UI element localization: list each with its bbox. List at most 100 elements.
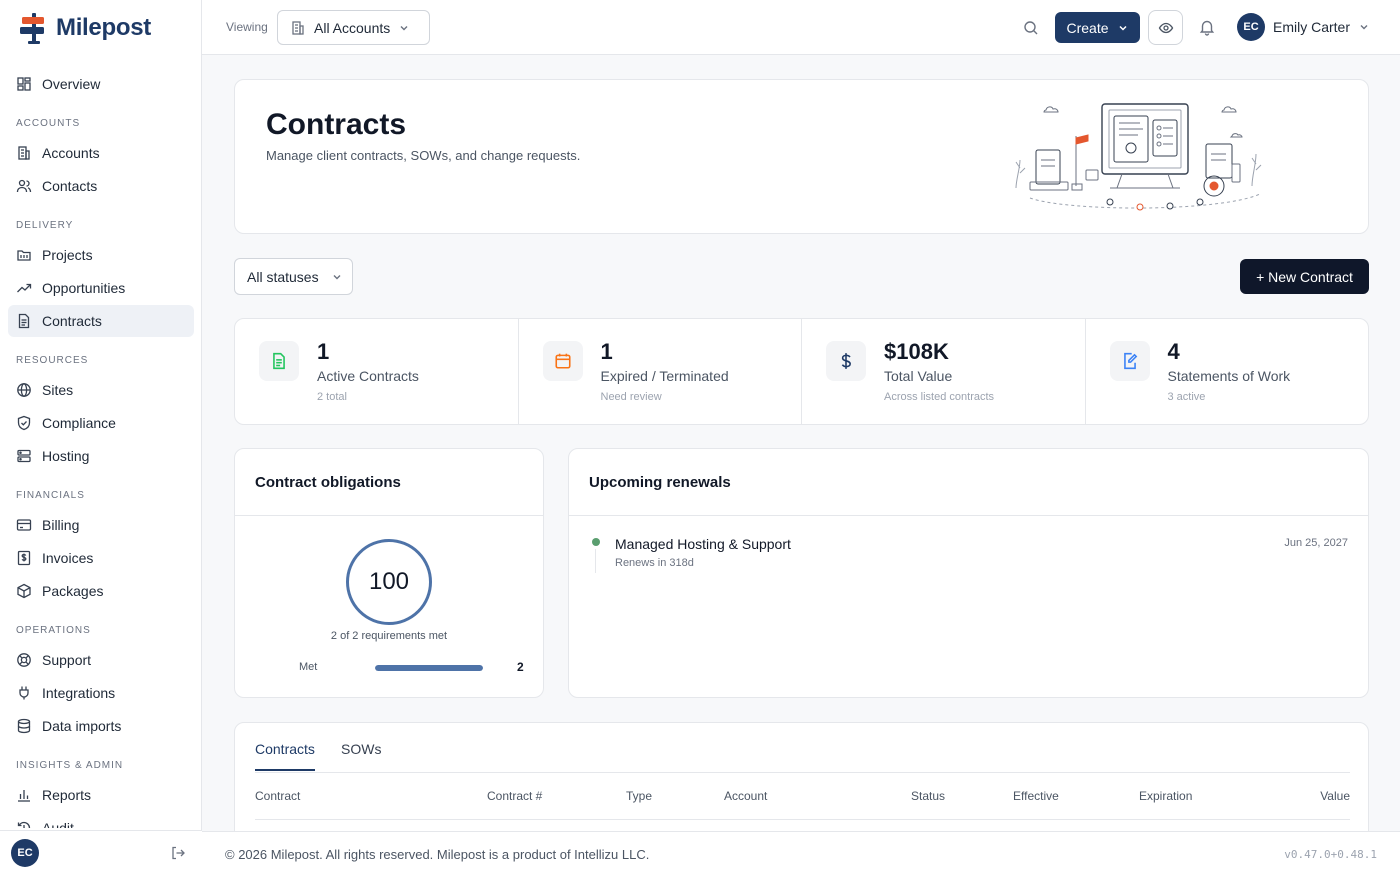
stat-label: Statements of Work [1167, 368, 1291, 384]
package-icon [17, 583, 31, 599]
stat-label: Total Value [884, 368, 953, 384]
stat-sub: Across listed contracts [884, 391, 995, 403]
stat-value: 1 [317, 339, 330, 364]
sidebar-item-label: Reports [42, 787, 92, 803]
copyright-text: © 2026 Milepost. All rights reserved. Mi… [225, 847, 650, 862]
sidebar-item-label: Data imports [42, 718, 122, 734]
met-progress-bar [375, 665, 483, 671]
page-footer: © 2026 Milepost. All rights reserved. Mi… [202, 831, 1400, 875]
stat-statements-of-work[interactable]: 4 Statements of Work 3 active [1086, 319, 1369, 424]
status-filter-value: All statuses [247, 268, 319, 285]
sidebar-item-billing[interactable]: Billing [8, 509, 194, 541]
sidebar-item-compliance[interactable]: Compliance [8, 407, 194, 439]
sidebar-item-audit[interactable]: Audit [8, 812, 194, 828]
sidebar-item-invoices[interactable]: Invoices [8, 542, 194, 574]
account-select[interactable]: All Accounts [277, 10, 430, 45]
obligation-caption: 2 of 2 requirements met [330, 630, 448, 642]
sidebar-item-label: Audit [42, 820, 74, 828]
stat-sub: Need review [600, 391, 662, 403]
viewing-label: Viewing [226, 20, 268, 34]
preview-toggle-button[interactable] [1148, 10, 1183, 45]
column-header-contract-number[interactable]: Contract # [487, 789, 542, 803]
column-header-effective[interactable]: Effective [1013, 789, 1059, 803]
sidebar-item-sites[interactable]: Sites [8, 374, 194, 406]
stat-label: Expired / Terminated [600, 368, 729, 384]
logout-icon[interactable] [170, 845, 186, 861]
stat-icon-bg [259, 341, 299, 381]
sidebar-item-contracts[interactable]: Contracts [8, 305, 194, 337]
avatar[interactable]: EC [11, 839, 39, 867]
stat-label: Active Contracts [317, 368, 419, 384]
stat-icon-bg [542, 341, 583, 381]
building-icon [292, 20, 304, 35]
sidebar-item-label: Hosting [42, 448, 90, 464]
timeline-line [595, 549, 596, 573]
create-button[interactable]: Create [1055, 12, 1140, 43]
sidebar-item-data-imports[interactable]: Data imports [8, 710, 194, 742]
contracts-illustration-icon [1015, 103, 1262, 211]
stats-row: 1 Active Contracts 2 total 1 Expired / T… [234, 318, 1369, 425]
sidebar-item-label: Projects [42, 247, 93, 263]
globe-icon [17, 383, 31, 397]
sidebar-item-reports[interactable]: Reports [8, 779, 194, 811]
document-icon [18, 313, 30, 329]
sidebar-item-label: Compliance [42, 415, 116, 431]
sidebar-item-support[interactable]: Support [8, 644, 194, 676]
contracts-table-card: Contracts SOWs Contract Contract # Type … [234, 722, 1369, 842]
dollar-icon [841, 353, 851, 369]
grid-icon [17, 77, 31, 91]
stat-sub: 2 total [317, 391, 347, 403]
stat-active-contracts[interactable]: 1 Active Contracts 2 total [235, 319, 519, 424]
sidebar-item-opportunities[interactable]: Opportunities [8, 272, 194, 304]
stat-total-value[interactable]: $108K Total Value Across listed contract… [802, 319, 1086, 424]
nav-section-operations: OPERATIONS [16, 625, 91, 636]
page-title: Contracts [266, 108, 407, 141]
sidebar-item-projects[interactable]: Projects [8, 239, 194, 271]
renewal-date: Jun 25, 2027 [1284, 537, 1348, 549]
sidebar-item-contacts[interactable]: Contacts [8, 170, 194, 202]
page-hero: Contracts Manage client contracts, SOWs,… [234, 79, 1369, 234]
sidebar-item-label: Billing [42, 517, 80, 533]
renewal-name: Managed Hosting & Support [615, 536, 791, 552]
table-tabs: Contracts SOWs [255, 723, 1350, 773]
sidebar-item-accounts[interactable]: Accounts [8, 137, 194, 169]
renewal-status-dot [592, 538, 600, 546]
top-header: Viewing All Accounts Create EC Emily Car… [202, 0, 1400, 55]
sidebar-item-overview[interactable]: Overview [8, 68, 194, 100]
user-menu[interactable]: EC Emily Carter [1237, 13, 1370, 41]
column-header-contract[interactable]: Contract [255, 789, 300, 803]
document-check-icon [273, 352, 285, 370]
credit-card-icon [16, 519, 32, 531]
bell-icon[interactable] [1198, 18, 1216, 36]
sidebar-item-label: Accounts [42, 145, 100, 161]
met-count: 2 [517, 660, 524, 674]
avatar: EC [1237, 13, 1265, 41]
column-header-type[interactable]: Type [626, 789, 652, 803]
sidebar-item-hosting[interactable]: Hosting [8, 440, 194, 472]
search-icon[interactable] [1022, 19, 1040, 37]
card-title: Contract obligations [255, 474, 401, 491]
column-header-account[interactable]: Account [724, 789, 767, 803]
tab-sows[interactable]: SOWs [341, 741, 381, 769]
create-button-label: Create [1066, 19, 1109, 36]
column-header-expiration[interactable]: Expiration [1139, 789, 1192, 803]
status-filter-select[interactable]: All statuses [234, 258, 353, 295]
version-label: v0.47.0+0.48.1 [1284, 848, 1377, 861]
sidebar-item-label: Sites [42, 382, 74, 398]
receipt-dollar-icon [17, 550, 31, 566]
sidebar-item-integrations[interactable]: Integrations [8, 677, 194, 709]
stat-icon-bg [826, 341, 866, 381]
stat-value: $108K [884, 339, 949, 364]
sidebar-item-label: Contacts [42, 178, 98, 194]
column-header-value[interactable]: Value [1320, 789, 1350, 803]
stat-sub: 3 active [1167, 391, 1206, 403]
new-contract-button[interactable]: + New Contract [1240, 259, 1369, 294]
app-logo[interactable]: Milepost [18, 10, 151, 46]
sidebar-footer: EC [0, 830, 202, 875]
nav-section-accounts: ACCOUNTS [16, 118, 81, 129]
tab-contracts[interactable]: Contracts [255, 741, 315, 771]
building-icon [18, 146, 30, 160]
sidebar-item-packages[interactable]: Packages [8, 575, 194, 607]
column-header-status[interactable]: Status [911, 789, 945, 803]
stat-expired-terminated[interactable]: 1 Expired / Terminated Need review [519, 319, 802, 424]
